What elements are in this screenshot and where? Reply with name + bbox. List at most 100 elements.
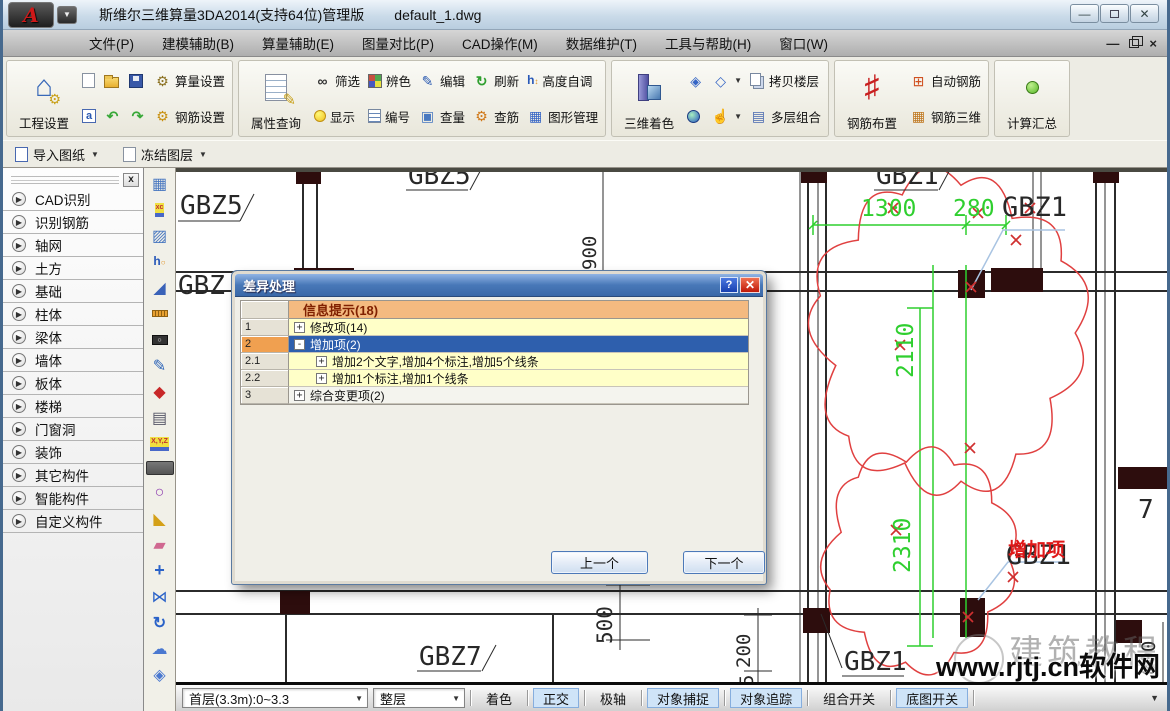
sidebar-item-door-window[interactable]: ▶门窗洞	[3, 418, 143, 441]
notebook-tool-icon[interactable]: ▤	[147, 405, 173, 430]
calc-settings-button[interactable]: ⚙算量设置	[154, 68, 225, 94]
menu-data[interactable]: 数据维护(T)	[552, 30, 651, 56]
menu-file[interactable]: 文件(P)	[75, 30, 148, 56]
sidebar-item-decoration[interactable]: ▶装饰	[3, 441, 143, 464]
range-selector[interactable]: 整层 ▼	[373, 688, 465, 708]
sidebar-item-custom[interactable]: ▶自定义构件	[3, 510, 143, 533]
sidebar-item-column[interactable]: ▶柱体	[3, 303, 143, 326]
sidebar-item-wall[interactable]: ▶墙体	[3, 349, 143, 372]
height-auto-button[interactable]: h↕高度自调	[527, 68, 598, 94]
rebar-layout-button[interactable]: ♯ 钢筋布置	[842, 63, 902, 134]
active-tool-slot[interactable]	[146, 461, 174, 475]
dialog-help-button[interactable]: ?	[720, 277, 738, 293]
open-file-button[interactable]	[104, 68, 121, 94]
sidebar-item-axis-grid[interactable]: ▶轴网	[3, 234, 143, 257]
collapse-icon[interactable]	[294, 339, 305, 350]
drawing-manager-icon[interactable]: ▦	[147, 171, 173, 196]
sidebar-item-earthwork[interactable]: ▶土方	[3, 257, 143, 280]
table-row[interactable]: 1 修改项(14)	[241, 319, 748, 336]
undo-button[interactable]: ↶	[104, 103, 121, 129]
project-settings-button[interactable]: ⌂⚙ 工程设置	[14, 63, 74, 134]
table-row[interactable]: 2.2 增加1个标注,增加1个线条	[241, 370, 748, 387]
restore-button[interactable]	[1100, 4, 1129, 23]
sidebar-item-cad-recognize[interactable]: ▶CAD识别	[3, 188, 143, 211]
expand-icon[interactable]	[316, 356, 327, 367]
numbering-button[interactable]: 编号	[368, 103, 411, 129]
new-file-button[interactable]	[82, 68, 96, 94]
mdi-minimize-icon[interactable]: —	[1106, 36, 1119, 51]
toggle-polar[interactable]: 极轴	[590, 688, 636, 708]
pan-button[interactable]: ☝▼	[712, 103, 742, 129]
import-drawing-button[interactable]: 导入图纸 ▼	[15, 145, 99, 164]
view-cube-button[interactable]: ◈	[687, 68, 704, 94]
ruler-tool-icon[interactable]	[147, 301, 173, 326]
property-query-button[interactable]: ✎ 属性查询	[246, 63, 306, 134]
table-row-selected[interactable]: 2 增加项(2)	[241, 336, 748, 353]
toggle-osnap[interactable]: 对象捕捉	[647, 688, 719, 708]
filter-button[interactable]: ∞筛选	[314, 68, 360, 94]
height-check-icon[interactable]: h○	[147, 249, 173, 274]
calc-summary-button[interactable]: 计算汇总	[1002, 63, 1062, 134]
app-logo-dropdown[interactable]: ▼	[57, 6, 77, 24]
edit-button[interactable]: ✎编辑	[419, 68, 465, 94]
close-button[interactable]: ✕	[1130, 4, 1159, 23]
color-code-button[interactable]: 辨色	[368, 68, 411, 94]
revision-cloud-icon[interactable]: ☁	[147, 636, 173, 661]
graphic-mgmt-button[interactable]: ▦图形管理	[527, 103, 598, 129]
sidebar-item-smart[interactable]: ▶智能构件	[3, 487, 143, 510]
rotate-tool-icon[interactable]: ↻	[147, 610, 173, 635]
check-rebar-button[interactable]: ⚙查筋	[473, 103, 519, 129]
app-logo-button[interactable]: A	[8, 2, 54, 28]
toggle-basemap[interactable]: 底图开关	[896, 688, 968, 708]
mirror-tool-icon[interactable]: ⋈	[147, 584, 173, 609]
expand-icon[interactable]	[294, 322, 305, 333]
brush-tool-icon[interactable]: ◣	[147, 506, 173, 531]
ribbon-tool-icon[interactable]: ◈	[147, 662, 173, 687]
menu-tools-help[interactable]: 工具与帮助(H)	[651, 30, 765, 56]
xyz-tool-icon[interactable]: X,Y,Z	[147, 431, 173, 456]
sidebar-item-stair[interactable]: ▶楼梯	[3, 395, 143, 418]
floor-selector[interactable]: 首层(3.3m):0~3.3 ▼	[182, 688, 368, 708]
image-tool-icon[interactable]: ▨	[147, 223, 173, 248]
dialog-close-button[interactable]: ✕	[740, 277, 760, 293]
table-row[interactable]: 2.1 增加2个文字,增加4个标注,增加5个线条	[241, 353, 748, 370]
minimize-button[interactable]: —	[1070, 4, 1099, 23]
view-window-icon[interactable]: ○	[147, 327, 173, 352]
auto-rebar-button[interactable]: ⊞自动钢筋	[910, 68, 981, 94]
shade-3d-button[interactable]: 三维着色	[619, 63, 679, 134]
menu-quantity[interactable]: 算量辅助(E)	[248, 30, 348, 56]
diff-dialog-titlebar[interactable]: 差异处理 ? ✕	[235, 274, 763, 297]
menu-window[interactable]: 窗口(W)	[765, 30, 842, 56]
freeze-layer-button[interactable]: 冻结图层 ▼	[123, 145, 207, 164]
pen-eraser-icon[interactable]: ▰	[147, 532, 173, 557]
toggle-ortho[interactable]: 正交	[533, 688, 579, 708]
wireframe-button[interactable]: ◇▼	[712, 68, 742, 94]
multi-floor-button[interactable]: ▤多层组合	[750, 103, 821, 129]
toggle-shading[interactable]: 着色	[476, 688, 522, 708]
toggle-otrack[interactable]: 对象追踪	[730, 688, 802, 708]
ramp-tool-icon[interactable]: ◢	[147, 275, 173, 300]
sidebar-item-beam[interactable]: ▶梁体	[3, 326, 143, 349]
sidebar-item-other[interactable]: ▶其它构件	[3, 464, 143, 487]
orbit-button[interactable]	[687, 103, 704, 129]
measure-button[interactable]: ▣查量	[419, 103, 465, 129]
annotate-tool-icon[interactable]: ✎	[147, 353, 173, 378]
eraser-tool-icon[interactable]: ◆	[147, 379, 173, 404]
copy-floor-button[interactable]: 拷贝楼层	[750, 68, 821, 94]
expand-icon[interactable]	[294, 390, 305, 401]
previous-button[interactable]: 上一个	[551, 551, 648, 574]
menu-compare[interactable]: 图量对比(P)	[348, 30, 448, 56]
drawing-canvas[interactable]: GBZ5 GBZ5 GBZ1 GBZ1 GBZ1 增加项 GBZ1 GBZ7 G…	[176, 168, 1167, 682]
sidebar-item-foundation[interactable]: ▶基础	[3, 280, 143, 303]
display-button[interactable]: 显示	[314, 103, 360, 129]
next-button[interactable]: 下一个	[683, 551, 765, 574]
sidebar-grip[interactable]	[11, 176, 119, 184]
redo-button[interactable]: ↷	[129, 103, 146, 129]
move-tool-icon[interactable]: +	[147, 558, 173, 583]
refresh-button[interactable]: ↻刷新	[473, 68, 519, 94]
sidebar-close-button[interactable]: x	[123, 173, 139, 187]
save-button[interactable]	[129, 68, 146, 94]
toggle-combo[interactable]: 组合开关	[813, 688, 885, 708]
highlight-tool-icon[interactable]: xc	[147, 197, 173, 222]
table-row[interactable]: 3 综合变更项(2)	[241, 387, 748, 404]
